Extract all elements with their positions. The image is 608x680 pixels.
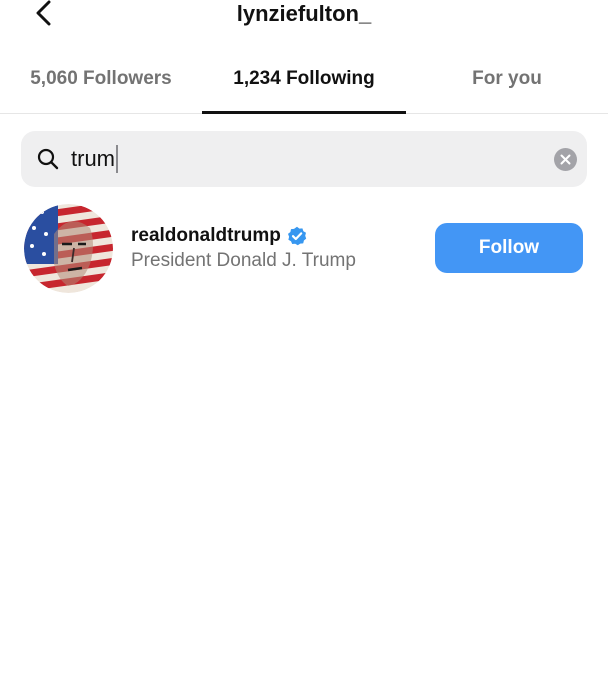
avatar[interactable] <box>24 204 113 293</box>
page-title: lynziefulton_ <box>236 1 372 26</box>
search-input-text: trum <box>71 146 115 171</box>
verified-badge-icon <box>287 226 307 246</box>
list-item[interactable]: realdonaldtrump President Donald J. Trum… <box>0 200 608 296</box>
search-bar[interactable]: trum <box>21 131 587 187</box>
follow-button[interactable]: Follow <box>435 223 583 273</box>
tab-following[interactable]: 1,234 Following <box>202 62 406 114</box>
tab-followers[interactable]: 5,060 Followers <box>0 62 202 114</box>
tab-bar: 5,060 Followers 1,234 Following For you <box>0 62 608 114</box>
active-tab-indicator <box>202 111 406 114</box>
clear-search-button[interactable] <box>554 148 577 171</box>
top-bar: lynziefulton_ <box>0 0 608 40</box>
avatar-image <box>24 204 113 293</box>
username[interactable]: realdonaldtrump <box>131 224 281 248</box>
search-icon <box>37 148 59 170</box>
tab-for-you[interactable]: For you <box>406 62 608 114</box>
text-caret <box>116 145 118 173</box>
search-input[interactable]: trum <box>71 145 118 173</box>
clear-icon <box>560 154 571 165</box>
username-row: realdonaldtrump <box>131 224 307 248</box>
full-name: President Donald J. Trump <box>131 250 356 271</box>
